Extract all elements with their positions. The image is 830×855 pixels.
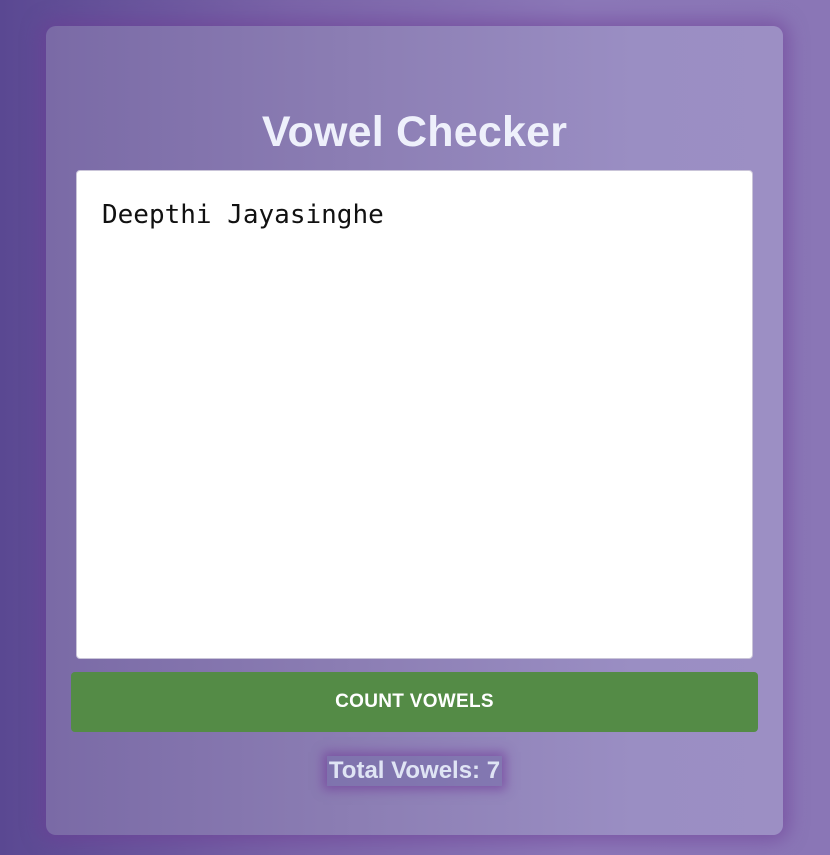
total-vowels-result: Total Vowels: 7 [326,756,503,786]
result-area: Total Vowels: 7 [46,756,783,786]
count-vowels-button[interactable]: COUNT VOWELS [71,672,758,732]
vowel-checker-card: Vowel Checker Deepthi Jayasinghe COUNT V… [46,26,783,835]
page-title: Vowel Checker [261,108,568,156]
text-input[interactable]: Deepthi Jayasinghe [76,170,753,659]
